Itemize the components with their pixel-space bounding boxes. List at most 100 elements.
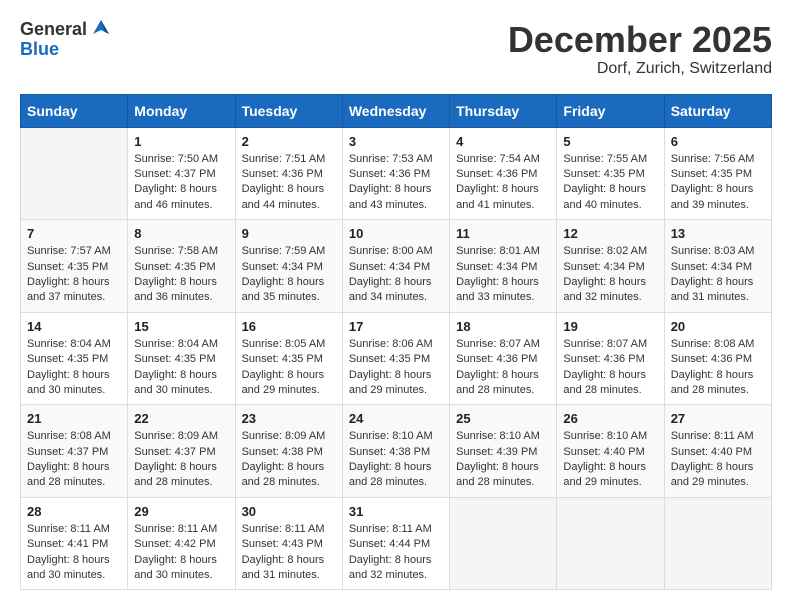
cell-details: Sunrise: 8:10 AMSunset: 4:40 PMDaylight:…: [563, 429, 657, 491]
calendar-week-row: 14 Sunrise: 8:04 AMSunset: 4:35 PMDayligh…: [21, 312, 772, 405]
cell-details: Sunrise: 7:54 AMSunset: 4:36 PMDaylight:…: [456, 152, 550, 214]
day-number: 30: [242, 504, 336, 519]
calendar-cell: 17Sunrise: 8:06 AMSunset: 4:35 PMDayligh…: [342, 312, 449, 405]
cell-details: Sunrise: 7:50 AMSunset: 4:37 PMDaylight:…: [134, 152, 228, 214]
logo-general-text: General: [20, 20, 87, 40]
day-number: 26: [563, 411, 657, 426]
calendar-cell: 29Sunrise: 8:11 AMSunset: 4:42 PMDayligh…: [128, 497, 235, 590]
weekday-header: Monday: [128, 94, 235, 127]
cell-details: Sunrise: 7:57 AMSunset: 4:35 PMDaylight:…: [27, 244, 121, 306]
cell-details: Sunrise: 8:02 AMSunset: 4:34 PMDaylight:…: [563, 244, 657, 306]
calendar-cell: 15 Sunrise: 8:04 AMSunset: 4:35 PMDayligh…: [128, 312, 235, 405]
day-number: 23: [242, 411, 336, 426]
day-number: 31: [349, 504, 443, 519]
calendar-week-row: 28 Sunrise: 8:11 AMSunset: 4:41 PMDayligh…: [21, 497, 772, 590]
day-number: 18: [456, 319, 550, 334]
cell-details: Sunrise: 8:11 AMSunset: 4:42 PMDaylight:…: [134, 522, 228, 584]
calendar-cell: 19Sunrise: 8:07 AMSunset: 4:36 PMDayligh…: [557, 312, 664, 405]
calendar-cell: 31 Sunrise: 8:11 AMSunset: 4:44 PMDayligh…: [342, 497, 449, 590]
calendar-cell: 5Sunrise: 7:55 AMSunset: 4:35 PMDaylight…: [557, 127, 664, 220]
cell-details: Sunrise: 7:59 AMSunset: 4:34 PMDaylight:…: [242, 244, 336, 306]
month-title: December 2025: [508, 20, 772, 60]
calendar-cell: 22 Sunrise: 8:09 AMSunset: 4:37 PMDayligh…: [128, 405, 235, 498]
cell-details: Sunrise: 7:51 AMSunset: 4:36 PMDaylight:…: [242, 152, 336, 214]
location: Dorf, Zurich, Switzerland: [508, 60, 772, 78]
calendar-cell: 30 Sunrise: 8:11 AMSunset: 4:43 PMDayligh…: [235, 497, 342, 590]
cell-details: Sunrise: 8:04 AMSunset: 4:35 PMDaylight:…: [134, 337, 228, 399]
weekday-header: Friday: [557, 94, 664, 127]
calendar-cell: 6Sunrise: 7:56 AMSunset: 4:35 PMDaylight…: [664, 127, 771, 220]
calendar-cell: 1 Sunrise: 7:50 AMSunset: 4:37 PMDaylight…: [128, 127, 235, 220]
cell-details: Sunrise: 8:03 AMSunset: 4:34 PMDaylight:…: [671, 244, 765, 306]
weekday-header: Wednesday: [342, 94, 449, 127]
day-number: 19: [563, 319, 657, 334]
calendar-week-row: 21 Sunrise: 8:08 AMSunset: 4:37 PMDayligh…: [21, 405, 772, 498]
calendar-header-row: SundayMondayTuesdayWednesdayThursdayFrid…: [21, 94, 772, 127]
day-number: 12: [563, 226, 657, 241]
day-number: 14: [27, 319, 121, 334]
calendar-cell: 27 Sunrise: 8:11 AMSunset: 4:40 PMDayligh…: [664, 405, 771, 498]
day-number: 25: [456, 411, 550, 426]
cell-details: Sunrise: 8:00 AMSunset: 4:34 PMDaylight:…: [349, 244, 443, 306]
day-number: 1: [134, 134, 228, 149]
day-number: 16: [242, 319, 336, 334]
calendar-cell: [664, 497, 771, 590]
calendar-cell: [450, 497, 557, 590]
logo: General Blue: [20, 20, 113, 60]
day-number: 15: [134, 319, 228, 334]
calendar-week-row: 1 Sunrise: 7:50 AMSunset: 4:37 PMDaylight…: [21, 127, 772, 220]
cell-details: Sunrise: 8:01 AMSunset: 4:34 PMDaylight:…: [456, 244, 550, 306]
logo-blue-text: Blue: [20, 40, 113, 60]
day-number: 13: [671, 226, 765, 241]
day-number: 21: [27, 411, 121, 426]
calendar-cell: 9 Sunrise: 7:59 AMSunset: 4:34 PMDaylight…: [235, 220, 342, 313]
calendar-table: SundayMondayTuesdayWednesdayThursdayFrid…: [20, 94, 772, 591]
cell-details: Sunrise: 7:53 AMSunset: 4:36 PMDaylight:…: [349, 152, 443, 214]
calendar-cell: [557, 497, 664, 590]
day-number: 11: [456, 226, 550, 241]
cell-details: Sunrise: 8:11 AMSunset: 4:40 PMDaylight:…: [671, 429, 765, 491]
calendar-cell: 26 Sunrise: 8:10 AMSunset: 4:40 PMDayligh…: [557, 405, 664, 498]
cell-details: Sunrise: 8:05 AMSunset: 4:35 PMDaylight:…: [242, 337, 336, 399]
calendar-cell: 7 Sunrise: 7:57 AMSunset: 4:35 PMDaylight…: [21, 220, 128, 313]
cell-details: Sunrise: 7:58 AMSunset: 4:35 PMDaylight:…: [134, 244, 228, 306]
cell-details: Sunrise: 8:08 AMSunset: 4:37 PMDaylight:…: [27, 429, 121, 491]
day-number: 20: [671, 319, 765, 334]
calendar-cell: 4Sunrise: 7:54 AMSunset: 4:36 PMDaylight…: [450, 127, 557, 220]
day-number: 3: [349, 134, 443, 149]
day-number: 27: [671, 411, 765, 426]
logo-icon: [89, 16, 113, 40]
weekday-header: Tuesday: [235, 94, 342, 127]
weekday-header: Sunday: [21, 94, 128, 127]
day-number: 10: [349, 226, 443, 241]
calendar-cell: 21 Sunrise: 8:08 AMSunset: 4:37 PMDayligh…: [21, 405, 128, 498]
day-number: 7: [27, 226, 121, 241]
page-header: General Blue December 2025 Dorf, Zurich,…: [20, 20, 772, 78]
calendar-cell: 20 Sunrise: 8:08 AMSunset: 4:36 PMDayligh…: [664, 312, 771, 405]
cell-details: Sunrise: 8:11 AMSunset: 4:41 PMDaylight:…: [27, 522, 121, 584]
calendar-cell: 3 Sunrise: 7:53 AMSunset: 4:36 PMDaylight…: [342, 127, 449, 220]
title-block: December 2025 Dorf, Zurich, Switzerland: [508, 20, 772, 78]
calendar-cell: 25 Sunrise: 8:10 AMSunset: 4:39 PMDayligh…: [450, 405, 557, 498]
cell-details: Sunrise: 8:11 AMSunset: 4:43 PMDaylight:…: [242, 522, 336, 584]
day-number: 24: [349, 411, 443, 426]
cell-details: Sunrise: 7:56 AMSunset: 4:35 PMDaylight:…: [671, 152, 765, 214]
day-number: 8: [134, 226, 228, 241]
calendar-cell: 23 Sunrise: 8:09 AMSunset: 4:38 PMDayligh…: [235, 405, 342, 498]
day-number: 22: [134, 411, 228, 426]
day-number: 28: [27, 504, 121, 519]
calendar-cell: 11 Sunrise: 8:01 AMSunset: 4:34 PMDayligh…: [450, 220, 557, 313]
calendar-cell: 12 Sunrise: 8:02 AMSunset: 4:34 PMDayligh…: [557, 220, 664, 313]
cell-details: Sunrise: 8:08 AMSunset: 4:36 PMDaylight:…: [671, 337, 765, 399]
cell-details: Sunrise: 8:10 AMSunset: 4:38 PMDaylight:…: [349, 429, 443, 491]
cell-details: Sunrise: 8:09 AMSunset: 4:38 PMDaylight:…: [242, 429, 336, 491]
calendar-cell: 28 Sunrise: 8:11 AMSunset: 4:41 PMDayligh…: [21, 497, 128, 590]
day-number: 9: [242, 226, 336, 241]
cell-details: Sunrise: 8:09 AMSunset: 4:37 PMDaylight:…: [134, 429, 228, 491]
day-number: 2: [242, 134, 336, 149]
calendar-cell: 2 Sunrise: 7:51 AMSunset: 4:36 PMDaylight…: [235, 127, 342, 220]
cell-details: Sunrise: 8:11 AMSunset: 4:44 PMDaylight:…: [349, 522, 443, 584]
weekday-header: Thursday: [450, 94, 557, 127]
cell-details: Sunrise: 8:10 AMSunset: 4:39 PMDaylight:…: [456, 429, 550, 491]
calendar-cell: 8 Sunrise: 7:58 AMSunset: 4:35 PMDaylight…: [128, 220, 235, 313]
